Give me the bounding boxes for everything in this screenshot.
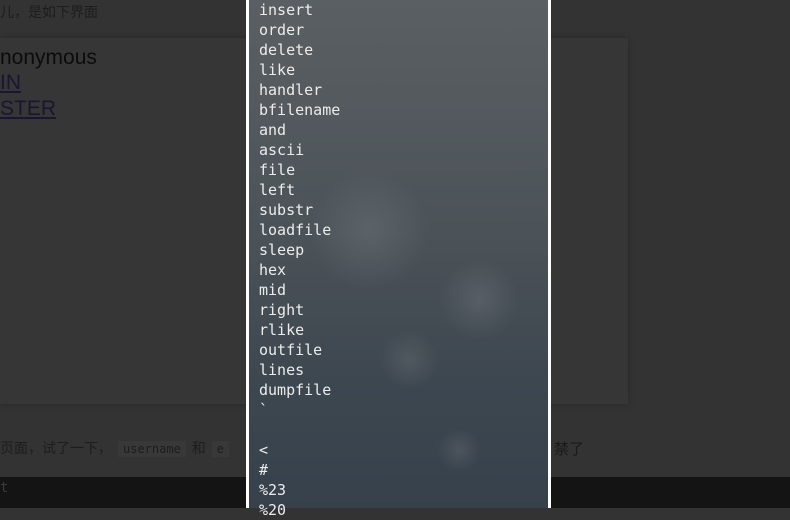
blacklist-item: file <box>259 161 296 179</box>
blacklist-item: loadfile <box>259 221 332 239</box>
blacklist-item: bfilename <box>259 101 341 119</box>
code-email: e <box>211 441 230 457</box>
blacklist-item: and <box>259 121 287 139</box>
description-text: 页面，试了一下， username 和 e <box>0 438 235 458</box>
intro-text: 儿，是如下界面 <box>0 5 98 21</box>
blacklist-item: substr <box>259 201 314 219</box>
blacklist-item: %23 <box>259 481 287 499</box>
blacklist-item: ` <box>259 401 269 419</box>
code-username: username <box>118 441 186 457</box>
blacklist-item: hex <box>259 261 287 279</box>
blacklist-item: insert <box>259 1 314 19</box>
blacklist-item: < <box>259 441 269 459</box>
blacklist-item: ascii <box>259 141 305 159</box>
blacklist-panel: insert order delete like handler bfilename and… <box>246 0 551 519</box>
blacklist-item: right <box>259 301 305 319</box>
blacklist-item <box>259 420 340 440</box>
user-label: nonymous <box>0 46 97 69</box>
blacklist-item: outfile <box>259 341 323 359</box>
blacklist-item: handler <box>259 81 323 99</box>
blacklist-item: left <box>259 181 296 199</box>
blacklist-item: delete <box>259 41 314 59</box>
blacklist-item: like <box>259 61 296 79</box>
para-end: 禁了 <box>554 440 585 458</box>
blacklist-item: lines <box>259 361 305 379</box>
para-mid: 和 <box>191 441 206 457</box>
blacklist-item: mid <box>259 281 287 299</box>
blacklist-item: # <box>259 461 269 479</box>
blacklist-item: %20 <box>259 501 287 519</box>
code-text: t <box>0 480 9 496</box>
blacklist: insert order delete like handler bfilename and… <box>259 0 340 520</box>
para-prefix: 页面，试了一下， <box>0 441 112 457</box>
register-link[interactable]: STER <box>0 97 56 121</box>
login-link[interactable]: IN <box>0 71 21 95</box>
blacklist-item: sleep <box>259 241 305 259</box>
blacklist-item: order <box>259 21 305 39</box>
blacklist-item: rlike <box>259 321 305 339</box>
blacklist-item: dumpfile <box>259 381 332 399</box>
